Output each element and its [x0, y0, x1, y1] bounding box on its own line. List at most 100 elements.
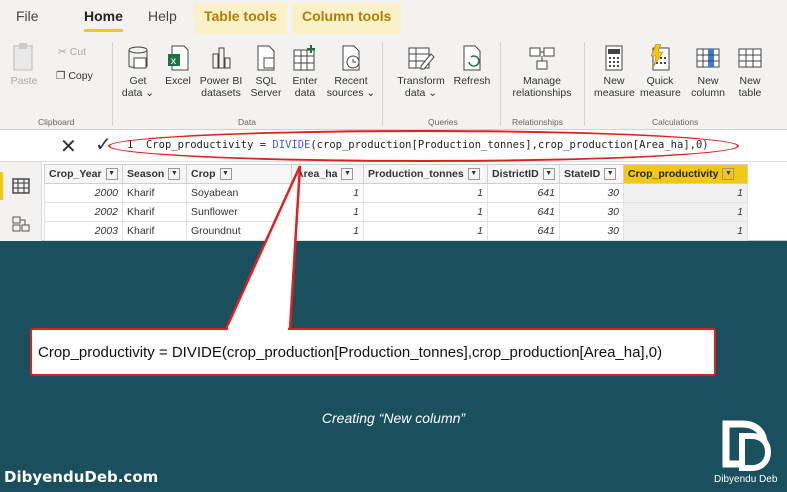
copy-button[interactable]: ❐ Copy [56, 70, 93, 82]
tab-table-tools[interactable]: Table tools [194, 3, 287, 34]
copy-icon: ❐ [56, 70, 66, 82]
table-cell[interactable]: Soyabean [186, 183, 292, 203]
new-column-button[interactable]: New column [686, 44, 730, 99]
model-view-icon[interactable] [12, 216, 30, 232]
paste-button[interactable]: Paste [8, 42, 40, 87]
excel-icon: x [168, 45, 189, 71]
group-relationships: Relationships [512, 117, 564, 127]
column-header[interactable]: StateID ▼ [559, 164, 624, 184]
table-cell[interactable]: 2000 [44, 183, 123, 203]
powerbi-label-1: Power BI [199, 75, 243, 87]
table-cell[interactable]: 2002 [44, 202, 123, 222]
get-data-button[interactable]: Get data ⌄ [120, 44, 156, 99]
cut-icon: ✂ [58, 46, 67, 58]
enter-data-label-2: data [294, 87, 316, 99]
table-cell[interactable]: 1 [623, 183, 748, 203]
table-cell[interactable]: 1 [363, 221, 488, 241]
callout-text: Crop_productivity = DIVIDE(crop_producti… [38, 344, 663, 361]
transform-label-2: data ⌄ [404, 87, 438, 99]
formula-callout: Crop_productivity = DIVIDE(crop_producti… [30, 328, 716, 376]
table-cell[interactable]: 30 [559, 183, 624, 203]
new-column-label-2: column [691, 87, 725, 99]
column-header[interactable]: Crop_Year ▼ [44, 164, 123, 184]
get-data-label-1: Get [129, 75, 147, 87]
tab-help[interactable]: Help [148, 8, 177, 24]
chevron-down-icon[interactable]: ▼ [722, 168, 735, 181]
table-cell[interactable]: Groundnut [186, 221, 292, 241]
table-cell[interactable]: 641 [487, 202, 560, 222]
column-header[interactable]: Season ▼ [122, 164, 187, 184]
manage-relationships-icon [529, 47, 555, 70]
table-cell[interactable]: Kharif [122, 183, 187, 203]
new-measure-button[interactable]: New measure [594, 44, 635, 99]
chevron-down-icon[interactable]: ▼ [105, 168, 118, 181]
manage-label-2: relationships [512, 87, 572, 99]
caption: Creating “New column” [321, 410, 466, 426]
enter-data-button[interactable]: Enter data [288, 44, 322, 99]
new-measure-icon [605, 45, 623, 71]
table-cell[interactable]: 641 [487, 221, 560, 241]
data-view-icon[interactable] [12, 178, 30, 194]
close-icon[interactable]: ✕ [60, 134, 77, 159]
table-cell[interactable]: 1 [623, 202, 748, 222]
table-cell[interactable]: 1 [291, 202, 364, 222]
tab-file[interactable]: File [16, 8, 39, 24]
column-header-label: StateID [564, 167, 601, 180]
group-clipboard: Clipboard [38, 117, 75, 127]
sql-icon [257, 45, 275, 71]
chevron-down-icon[interactable]: ▼ [542, 168, 555, 181]
sql-server-button[interactable]: SQL Server [248, 44, 284, 99]
enter-data-label-1: Enter [292, 75, 318, 87]
column-header-selected[interactable]: Crop_productivity ▼ [623, 164, 748, 184]
new-table-icon [738, 48, 762, 68]
table-cell[interactable]: Kharif [122, 221, 187, 241]
refresh-button[interactable]: Refresh [452, 44, 492, 87]
column-header-label: Area_ha [296, 167, 338, 180]
recent-sources-button[interactable]: Recent sources ⌄ [326, 44, 376, 99]
quick-measure-button[interactable]: Quick measure [640, 44, 681, 99]
chevron-down-icon[interactable]: ▼ [604, 168, 617, 181]
column-header-label: DistrictID [492, 167, 539, 180]
table-row: 2000 Kharif Soyabean 1 1 641 30 1 [44, 183, 748, 203]
powerbi-datasets-button[interactable]: Power BI datasets [198, 44, 244, 99]
refresh-label: Refresh [453, 75, 491, 87]
table-cell[interactable]: 30 [559, 202, 624, 222]
table-cell[interactable]: 641 [487, 183, 560, 203]
column-header-label: Production_tonnes [368, 167, 464, 180]
table-cell[interactable]: 1 [363, 202, 488, 222]
active-view-indicator [0, 172, 3, 200]
new-column-icon [696, 48, 720, 68]
group-calculations: Calculations [652, 117, 699, 127]
manage-relationships-button[interactable]: Manage relationships [506, 44, 578, 99]
new-table-button[interactable]: New table [734, 44, 766, 99]
cut-button[interactable]: ✂ Cut [58, 46, 86, 58]
chevron-down-icon[interactable]: ▼ [219, 168, 232, 181]
column-header[interactable]: Crop ▼ [186, 164, 292, 184]
table-cell[interactable]: 30 [559, 221, 624, 241]
site-name: DibyenduDeb.com [4, 468, 159, 486]
column-header[interactable]: Production_tonnes ▼ [363, 164, 488, 184]
table-cell[interactable]: Kharif [122, 202, 187, 222]
recent-label-2: sources ⌄ [326, 87, 376, 99]
powerbi-icon [212, 47, 231, 69]
transform-data-button[interactable]: Transform data ⌄ [394, 44, 448, 99]
column-header[interactable]: DistrictID ▼ [487, 164, 560, 184]
tab-column-tools[interactable]: Column tools [292, 3, 402, 34]
table-cell[interactable]: 2003 [44, 221, 123, 241]
refresh-icon [463, 45, 481, 71]
group-data: Data [238, 117, 256, 127]
excel-button[interactable]: x Excel [162, 44, 194, 87]
column-header-label: Crop_productivity [628, 167, 719, 180]
cut-label: Cut [69, 46, 87, 58]
chevron-down-icon[interactable]: ▼ [168, 168, 181, 181]
tab-home[interactable]: Home [84, 8, 123, 32]
chevron-down-icon[interactable]: ▼ [341, 168, 354, 181]
table-cell[interactable]: 1 [363, 183, 488, 203]
group-queries: Queries [428, 117, 458, 127]
table-cell[interactable]: 1 [623, 221, 748, 241]
table-cell[interactable]: Sunflower [186, 202, 292, 222]
table-cell[interactable]: 1 [291, 221, 364, 241]
chevron-down-icon[interactable]: ▼ [467, 168, 480, 181]
column-header[interactable]: Area_ha ▼ [291, 164, 364, 184]
table-cell[interactable]: 1 [291, 183, 364, 203]
